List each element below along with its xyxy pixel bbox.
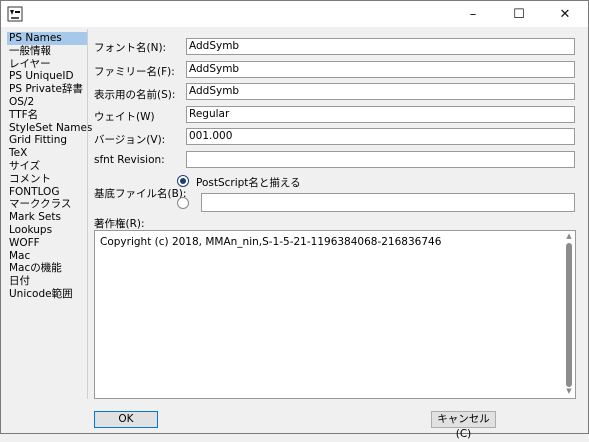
sidebar-item-styleset-names[interactable]: StyleSet Names — [7, 122, 92, 135]
fontname-input[interactable]: AddSymb — [186, 38, 575, 55]
maximize-button[interactable]: ☐ — [496, 1, 542, 27]
sidebar-item-mark-sets[interactable]: Mark Sets — [7, 211, 87, 224]
sidebar-item-mac-features[interactable]: Macの機能 — [7, 262, 87, 275]
sidebar-item-size[interactable]: サイズ — [7, 160, 87, 173]
minimize-button[interactable]: – — [450, 1, 496, 27]
sidebar-item-ps-uniqueid[interactable]: PS UniqueID — [7, 70, 87, 83]
copyright-text: Copyright (c) 2018, MMAn_nin,S-1-5-21-11… — [100, 236, 442, 248]
sfnt-revision-label: sfnt Revision: — [94, 154, 165, 166]
sidebar-item-ttf-names[interactable]: TTF名 — [7, 109, 87, 122]
scroll-up-icon[interactable]: ▲ — [564, 232, 574, 242]
sidebar-item-unicode-ranges[interactable]: Unicode範囲 — [7, 288, 87, 301]
sidebar-item-layers[interactable]: レイヤー — [7, 58, 87, 71]
panel-divider — [87, 29, 88, 399]
family-input[interactable]: AddSymb — [186, 61, 575, 78]
version-input[interactable]: 001.000 — [186, 128, 575, 145]
radio-same-as-ps[interactable] — [177, 175, 189, 187]
sidebar-item-woff[interactable]: WOFF — [7, 237, 87, 250]
display-name-input[interactable]: AddSymb — [186, 83, 575, 100]
version-label: バージョン(V): — [94, 134, 166, 146]
custom-basefile-input[interactable] — [201, 193, 575, 212]
app-icon — [7, 6, 23, 22]
close-button[interactable]: ✕ — [542, 1, 588, 27]
sidebar-item-mark-classes[interactable]: マーククラス — [7, 198, 87, 211]
base-filename-label: 基底ファイル名(B): — [94, 188, 187, 200]
family-label: ファミリー名(F): — [94, 66, 175, 78]
copyright-textarea[interactable]: Copyright (c) 2018, MMAn_nin,S-1-5-21-11… — [94, 230, 576, 399]
sidebar-item-comment[interactable]: コメント — [7, 173, 87, 186]
sidebar-item-mac[interactable]: Mac — [7, 250, 87, 263]
scroll-down-icon[interactable]: ▼ — [564, 387, 574, 397]
cancel-button[interactable]: キャンセル(C) — [431, 411, 496, 440]
minimize-icon: – — [469, 6, 477, 22]
fontname-label: フォント名(N): — [94, 42, 167, 54]
sidebar-item-general[interactable]: 一般情報 — [7, 45, 87, 58]
weight-label: ウェイト(W) — [94, 111, 155, 123]
title-bar: – ☐ ✕ — [1, 1, 588, 27]
sidebar-item-ps-names[interactable]: PS Names — [7, 32, 87, 45]
sidebar-item-grid-fitting[interactable]: Grid Fitting — [7, 134, 87, 147]
ok-button[interactable]: OK — [94, 411, 158, 428]
sidebar-item-lookups[interactable]: Lookups — [7, 224, 87, 237]
scroll-thumb[interactable] — [566, 243, 572, 387]
close-icon: ✕ — [559, 6, 571, 22]
weight-input[interactable]: Regular — [186, 106, 575, 123]
sidebar-item-tex[interactable]: TeX — [7, 147, 87, 160]
radio-same-as-ps-label: PostScript名と揃える — [196, 177, 301, 189]
font-info-dialog: – ☐ ✕ PS Names 一般情報 レイヤー PS UniqueID PS … — [0, 0, 589, 440]
sidebar-item-ps-private[interactable]: PS Private辞書 — [7, 83, 87, 96]
sfnt-revision-input[interactable] — [186, 151, 575, 168]
sidebar-item-dates[interactable]: 日付 — [7, 275, 87, 288]
maximize-icon: ☐ — [513, 6, 525, 22]
copyright-label: 著作権(R): — [94, 218, 145, 230]
category-list: PS Names 一般情報 レイヤー PS UniqueID PS Privat… — [7, 32, 92, 301]
sidebar-item-os2[interactable]: OS/2 — [7, 96, 87, 109]
radio-custom-basefile[interactable] — [177, 197, 189, 209]
vertical-scrollbar[interactable]: ▲ ▼ — [564, 232, 574, 397]
sidebar-item-fontlog[interactable]: FONTLOG — [7, 186, 87, 199]
display-name-label: 表示用の名前(S): — [94, 89, 176, 101]
